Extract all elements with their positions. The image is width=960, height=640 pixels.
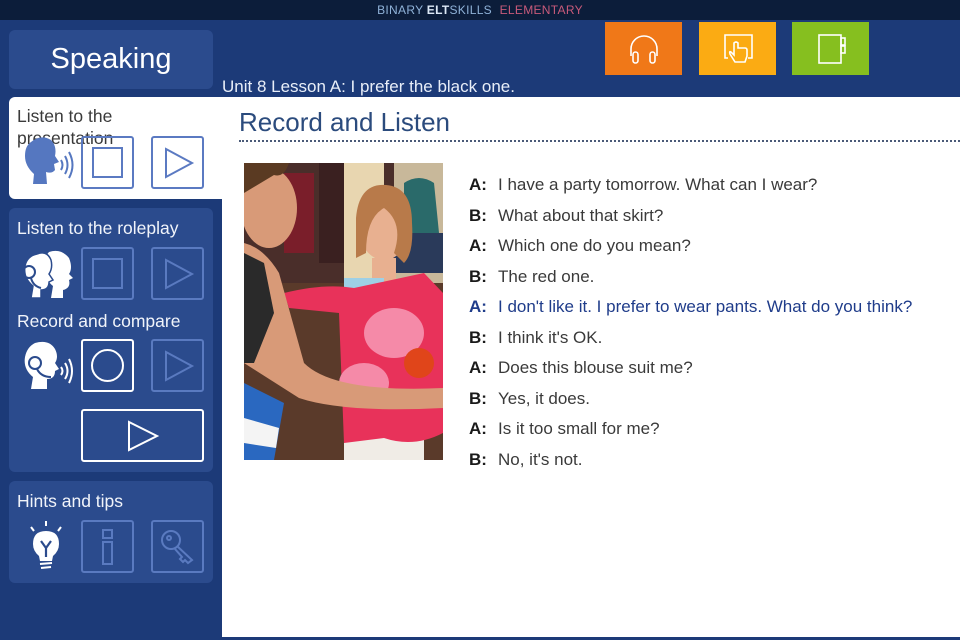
dialog-photo [244, 163, 443, 460]
line-text: I think it's OK. [498, 327, 603, 347]
play-button[interactable] [151, 247, 204, 300]
section-title: Record and Listen [239, 107, 451, 137]
headset-speaking-icon [19, 339, 77, 393]
play-recording-button[interactable] [151, 339, 204, 392]
line-text: Yes, it does. [498, 388, 590, 408]
dialog-line[interactable]: A: Does this blouse suit me? [469, 353, 912, 384]
listening-tile-button[interactable] [605, 22, 682, 75]
brand-level: ELEMENTARY [499, 3, 583, 17]
section-label: Listen to the roleplay [17, 218, 179, 238]
play-icon [164, 146, 194, 179]
line-text: Which one do you mean? [498, 236, 691, 256]
play-icon [164, 349, 194, 382]
stop-icon [92, 258, 123, 289]
key-answer-button[interactable] [151, 520, 204, 573]
line-text: Does this blouse suit me? [498, 358, 693, 378]
dialog-line[interactable]: B: No, it's not. [469, 445, 912, 476]
interactive-tile-button[interactable] [699, 22, 776, 75]
content-panel: Record and Listen A: I have a party tomo… [222, 97, 960, 637]
stop-icon [92, 147, 123, 178]
stop-button[interactable] [81, 136, 134, 189]
app-brand-bar: BINARY ELTSKILLS ELEMENTARY [0, 0, 960, 20]
dialog-line[interactable]: B: The red one. [469, 262, 912, 293]
dialog-line[interactable]: A: Is it too small for me? [469, 414, 912, 445]
section-label: Record and compare [17, 311, 181, 331]
play-icon [164, 257, 194, 290]
module-title: Speaking [9, 30, 213, 89]
section-hints-tips: Hints and tips [9, 481, 213, 583]
touch-hand-icon [723, 33, 753, 63]
headphones-icon [629, 34, 658, 64]
speaker-label: B: [469, 266, 487, 286]
dialog-list: A: I have a party tomorrow. What can I we… [469, 170, 912, 475]
speaker-label: B: [469, 388, 487, 408]
line-text: I don't like it. I prefer to wear pants.… [498, 297, 913, 317]
speaker-label: B: [469, 449, 487, 469]
speaking-head-icon [19, 134, 77, 188]
info-icon [101, 528, 113, 565]
speaker-label: B: [469, 205, 487, 225]
section-listen-presentation: Listen to the presentation [9, 97, 222, 199]
record-icon [91, 349, 124, 382]
section-label: Hints and tips [17, 491, 124, 511]
speaker-label: A: [469, 297, 487, 317]
stop-button[interactable] [81, 247, 134, 300]
section-roleplay-record: Listen to the roleplay Record and compar… [9, 208, 213, 472]
line-text: The red one. [498, 266, 595, 286]
brand-skills: SKILLS [449, 3, 492, 17]
line-text: I have a party tomorrow. What can I wear… [498, 175, 818, 195]
title-divider [239, 140, 960, 142]
dialog-line-active[interactable]: A: I don't like it. I prefer to wear pant… [469, 292, 912, 323]
info-button[interactable] [81, 520, 134, 573]
speaker-label: B: [469, 327, 487, 347]
lightbulb-icon [23, 519, 69, 575]
line-text: No, it's not. [498, 449, 583, 469]
dialog-line[interactable]: A: I have a party tomorrow. What can I we… [469, 170, 912, 201]
speaker-label: A: [469, 236, 487, 256]
key-icon [160, 529, 194, 564]
speaker-label: A: [469, 419, 487, 439]
brand-binary: BINARY [377, 3, 424, 17]
speaker-label: A: [469, 358, 487, 378]
dialog-line[interactable]: B: I think it's OK. [469, 323, 912, 354]
dialog-line[interactable]: B: Yes, it does. [469, 384, 912, 415]
dialog-line[interactable]: B: What about that skirt? [469, 201, 912, 232]
play-button[interactable] [151, 136, 204, 189]
two-heads-headset-icon [19, 248, 77, 300]
line-text: What about that skirt? [498, 205, 664, 225]
dialog-line[interactable]: A: Which one do you mean? [469, 231, 912, 262]
brand-elt: ELT [426, 3, 450, 17]
speaker-label: A: [469, 175, 487, 195]
line-text: Is it too small for me? [498, 419, 660, 439]
notebook-tile-button[interactable] [792, 22, 869, 75]
play-compare-button[interactable] [81, 409, 204, 462]
notebook-icon [817, 33, 846, 64]
play-icon [127, 419, 159, 452]
lesson-title: Unit 8 Lesson A: I prefer the black one. [222, 77, 515, 96]
record-button[interactable] [81, 339, 134, 392]
